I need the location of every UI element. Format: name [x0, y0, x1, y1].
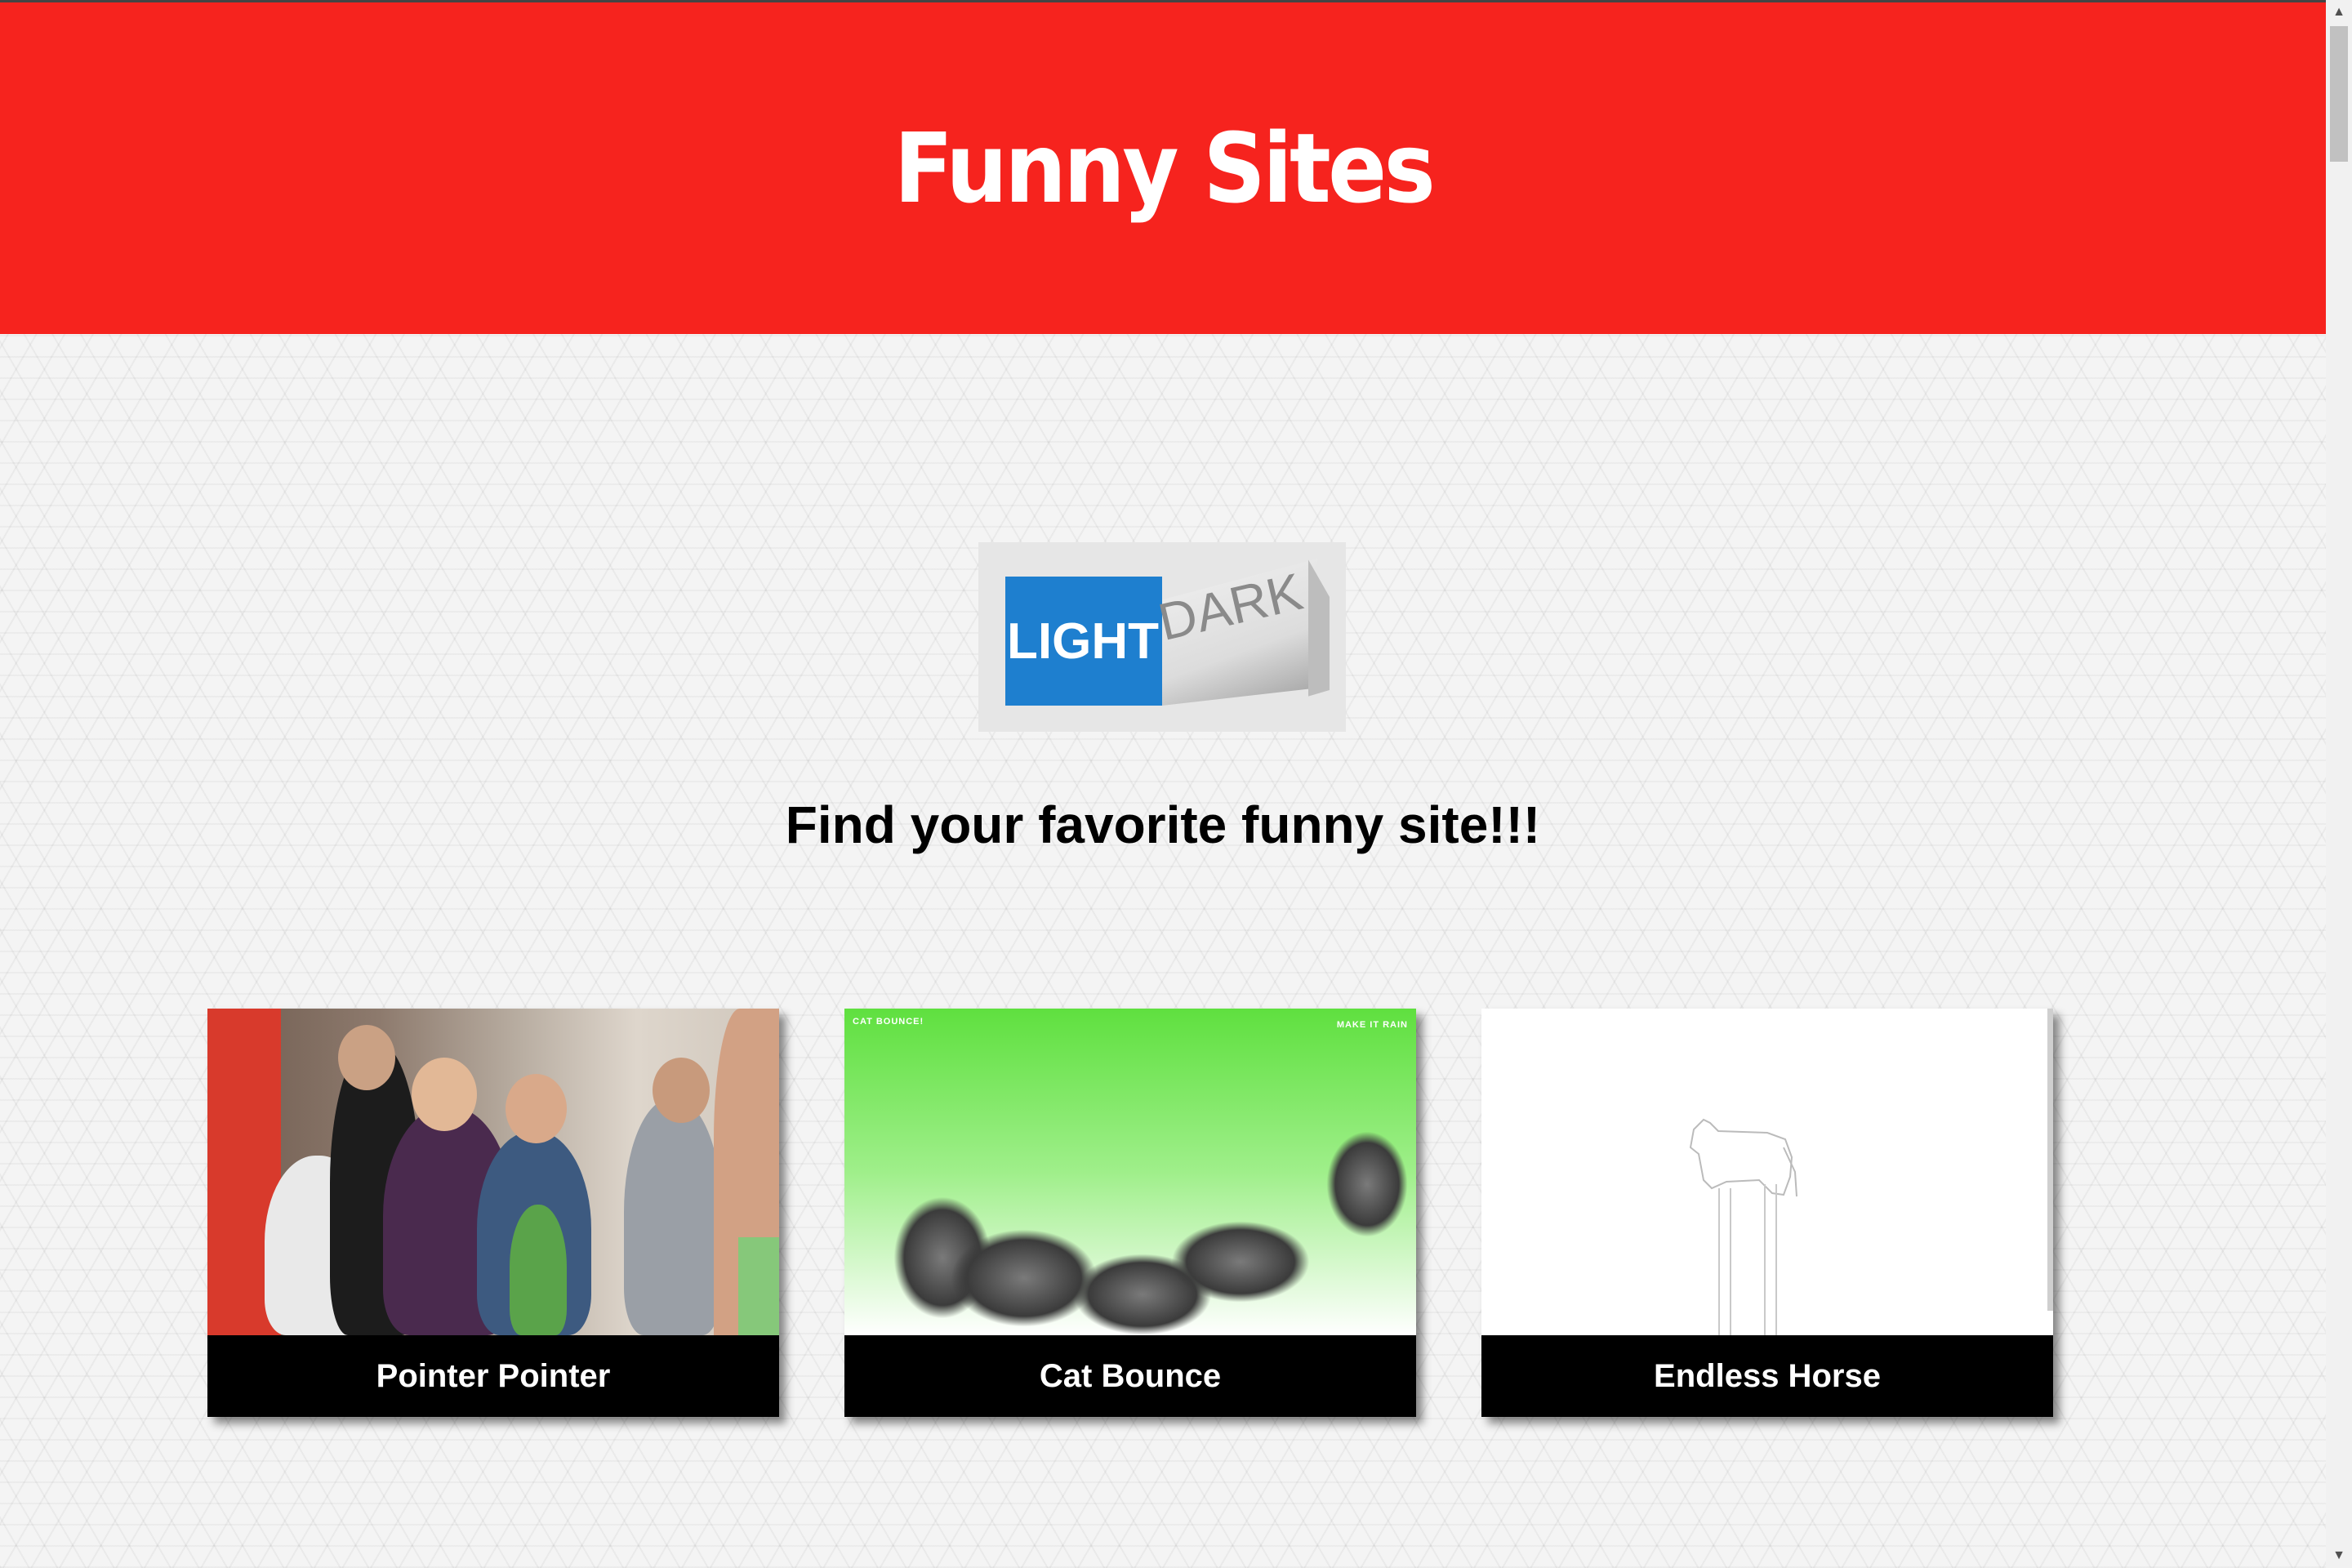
- card-title: Endless Horse: [1654, 1357, 1881, 1394]
- cat-bounce-thumbnail: CAT BOUNCE! MAKE IT RAIN: [844, 1009, 1416, 1335]
- horse-leg: [1775, 1184, 1777, 1335]
- thumb-left-text: CAT BOUNCE!: [853, 1017, 924, 1027]
- horse-leg: [1730, 1188, 1731, 1335]
- dark-mode-panel-side: [1308, 559, 1330, 697]
- card-title: Cat Bounce: [1039, 1357, 1222, 1394]
- page-scrollbar[interactable]: ▲ ▼: [2326, 0, 2352, 1568]
- scrollbar-thumb[interactable]: [2330, 26, 2348, 162]
- face-shape: [412, 1058, 477, 1131]
- horse-icon: [1689, 1118, 1797, 1197]
- site-card-endless-horse[interactable]: Endless Horse: [1481, 1009, 2053, 1417]
- face-shape: [338, 1025, 395, 1090]
- page: Funny Sites LIGHT DARK Find your favorit…: [0, 0, 2326, 1568]
- person-shape: [510, 1205, 567, 1335]
- face-shape: [653, 1058, 710, 1123]
- card-title: Pointer Pointer: [376, 1357, 611, 1394]
- horse-leg: [1718, 1188, 1720, 1335]
- scroll-up-arrow-icon[interactable]: ▲: [2326, 0, 2352, 24]
- person-shape: [624, 1098, 722, 1335]
- page-tagline: Find your favorite funny site!!!: [785, 795, 1541, 854]
- cat-image: [1326, 1131, 1408, 1237]
- site-header: Funny Sites: [0, 2, 2326, 334]
- cat-image: [1171, 1221, 1310, 1303]
- thumb-right-text: MAKE IT RAIN: [1336, 1020, 1408, 1030]
- endless-horse-thumbnail: [1481, 1009, 2053, 1335]
- person-shape: [738, 1237, 779, 1335]
- site-title: Funny Sites: [893, 112, 1435, 225]
- light-mode-label: LIGHT: [1005, 577, 1162, 706]
- scroll-down-arrow-icon[interactable]: ▼: [2326, 1544, 2352, 1568]
- horse-leg: [1764, 1184, 1766, 1335]
- face-shape: [506, 1074, 567, 1143]
- pointer-pointer-thumbnail: [207, 1009, 779, 1335]
- site-card-cat-bounce[interactable]: CAT BOUNCE! MAKE IT RAIN Cat Bounce: [844, 1009, 1416, 1417]
- theme-toggle-button[interactable]: LIGHT DARK: [978, 542, 1346, 732]
- site-card-pointer-pointer[interactable]: Pointer Pointer: [207, 1009, 779, 1417]
